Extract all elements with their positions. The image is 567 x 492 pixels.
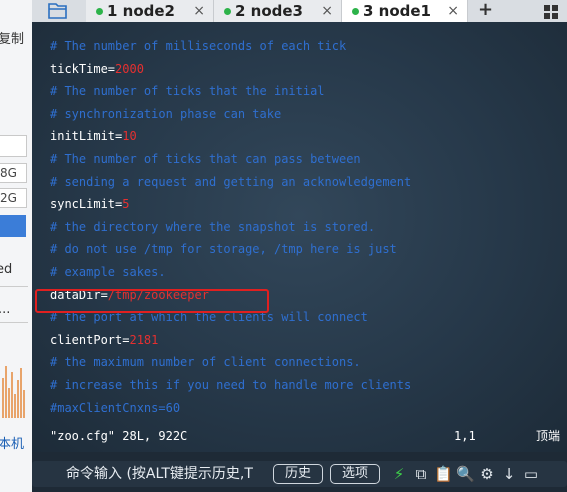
vim-status-line: "zoo.cfg" 28L, 922C 1,1 顶端 (50, 425, 560, 447)
background-mini-chart (0, 358, 30, 418)
close-icon[interactable]: × (447, 0, 459, 22)
download-icon[interactable]: ↓ (500, 465, 518, 483)
paste-icon[interactable]: 📋 (434, 465, 453, 483)
background-field-2[interactable]: 2G (0, 188, 27, 208)
comment-text: # The number of ticks that can pass betw… (50, 152, 361, 166)
editor-line: # example sakes. (50, 261, 166, 283)
tab-label: 2 node3 (235, 2, 303, 20)
copy-icon[interactable]: ⧉ (412, 465, 430, 483)
tab-label: 3 node1 (363, 2, 431, 20)
comment-text: # sending a request and getting an ackno… (50, 174, 412, 189)
config-value: 2181 (129, 332, 159, 347)
command-bar: 命令输入 (按ALT键提示历史,T 历史 选项 ⚡ ⧉ 📋 🔍 ⚙ ↓ ▭ (32, 452, 567, 492)
tab-bar: 1 node2 × 2 node3 × 3 node1 × + (32, 0, 567, 22)
connected-status-dot (224, 8, 231, 15)
lightning-icon[interactable]: ⚡ (390, 465, 408, 483)
editor-line: # sending a request and getting an ackno… (50, 171, 411, 193)
tab-node2[interactable]: 1 node2 × (86, 0, 214, 22)
config-key: clientPort= (50, 332, 130, 347)
config-value: 5 (122, 197, 130, 212)
editor-line: # increase this if you need to handle mo… (50, 374, 411, 396)
editor-line: # the maximum number of client connectio… (50, 351, 361, 373)
terminal-editor[interactable]: # The number of milliseconds of each tic… (32, 22, 567, 452)
divider (0, 322, 28, 323)
history-button[interactable]: 历史 (273, 464, 323, 484)
copy-text[interactable]: 复制 (0, 28, 24, 47)
comment-text: # the maximum number of client connectio… (50, 355, 361, 370)
background-input[interactable] (0, 135, 27, 157)
grid-icon[interactable] (544, 4, 558, 19)
scroll-position: 顶端 (535, 429, 560, 443)
config-key: syncLimit= (50, 197, 123, 212)
new-tab-button[interactable]: + (478, 0, 493, 20)
tab-node3[interactable]: 2 node3 × (214, 0, 342, 22)
config-key: initLimit= (50, 129, 123, 144)
editor-line: clientPort=2181 (50, 329, 158, 351)
gear-icon[interactable]: ⚙ (478, 465, 496, 483)
comment-text: # synchronization phase can take (50, 106, 282, 121)
connected-status-dot (96, 8, 103, 15)
file-info: "zoo.cfg" 28L, 922C (50, 429, 188, 443)
command-input[interactable]: 命令输入 (按ALT键提示历史,T (66, 461, 253, 487)
config-key: tickTime= (50, 61, 116, 76)
folder-icon[interactable] (40, 0, 74, 22)
editor-line: # The number of milliseconds of each tic… (50, 35, 346, 57)
tab-label: 1 node2 (107, 2, 175, 20)
window-icon[interactable]: ▭ (522, 465, 540, 483)
background-text-ed: ed (0, 262, 13, 277)
config-value: 10 (122, 129, 137, 144)
background-app-strip: 复制 8G 2G ed ... 本机 (0, 0, 32, 492)
editor-line: # The number of ticks that the initial (50, 80, 325, 102)
background-selected-item[interactable] (0, 215, 26, 237)
editor-line: # synchronization phase can take (50, 103, 281, 125)
close-icon[interactable]: × (321, 0, 333, 22)
background-field-1[interactable]: 8G (0, 163, 27, 183)
search-icon[interactable]: 🔍 (456, 465, 475, 483)
connected-status-dot (352, 8, 359, 15)
editor-line: tickTime=2000 (50, 58, 144, 80)
editor-line: syncLimit=5 (50, 193, 129, 215)
editor-line: #maxClientCnxns=60 (50, 397, 180, 419)
command-input-area[interactable]: 命令输入 (按ALT键提示历史,T 历史 选项 ⚡ ⧉ 📋 🔍 ⚙ ↓ ▭ (32, 461, 567, 487)
background-machine-link[interactable]: 本机 (0, 433, 24, 452)
comment-text: # example sakes. (50, 265, 166, 279)
comment-text: # do not use /tmp for storage, /tmp here… (50, 242, 397, 257)
datadir-highlight-box (35, 289, 269, 313)
comment-text: # the directory where the snapshot is st… (50, 219, 376, 234)
background-text-dots: ... (0, 302, 11, 317)
editor-line: initLimit=10 (50, 125, 137, 147)
comment-text: # The number of ticks that the initial (50, 84, 325, 99)
comment-text: #maxClientCnxns=60 (50, 400, 181, 415)
comment-text: # increase this if you need to handle mo… (50, 378, 412, 392)
comment-text: # The number of milliseconds of each tic… (50, 39, 347, 53)
editor-line: # do not use /tmp for storage, /tmp here… (50, 238, 397, 260)
close-icon[interactable]: × (193, 0, 205, 22)
divider (0, 286, 28, 287)
config-value: 2000 (115, 61, 144, 76)
editor-line: # the directory where the snapshot is st… (50, 216, 375, 238)
options-button[interactable]: 选项 (330, 464, 380, 484)
editor-line: # The number of ticks that can pass betw… (50, 148, 361, 170)
tab-node1[interactable]: 3 node1 × (342, 0, 468, 22)
cursor-position: 1,1 (454, 429, 476, 443)
